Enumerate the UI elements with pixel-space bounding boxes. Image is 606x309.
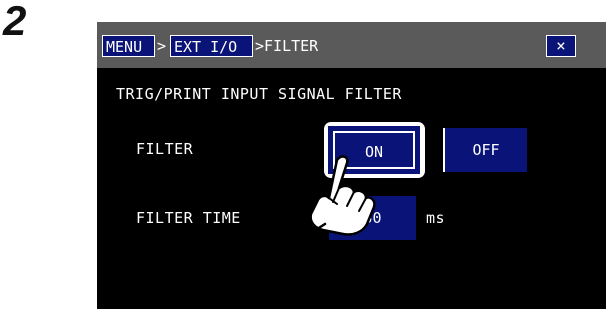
title-bar: MENU > EXT I/O >FILTER × [97,22,606,68]
close-button[interactable]: × [546,35,576,57]
breadcrumb-current: >FILTER [255,37,319,55]
step-number: 2 [3,0,27,44]
ext-io-button[interactable]: EXT I/O [170,35,253,57]
device-screen: MENU > EXT I/O >FILTER × TRIG/PRINT INPU… [97,22,606,309]
pointing-hand-icon [301,155,376,240]
breadcrumb-separator: > [157,37,167,55]
filter-off-button[interactable]: OFF [443,128,527,172]
menu-button[interactable]: MENU [102,35,155,57]
filter-label: FILTER [136,140,194,158]
filter-time-label: FILTER TIME [136,209,241,227]
filter-time-unit: ms [426,209,446,227]
page-heading: TRIG/PRINT INPUT SIGNAL FILTER [116,85,402,103]
